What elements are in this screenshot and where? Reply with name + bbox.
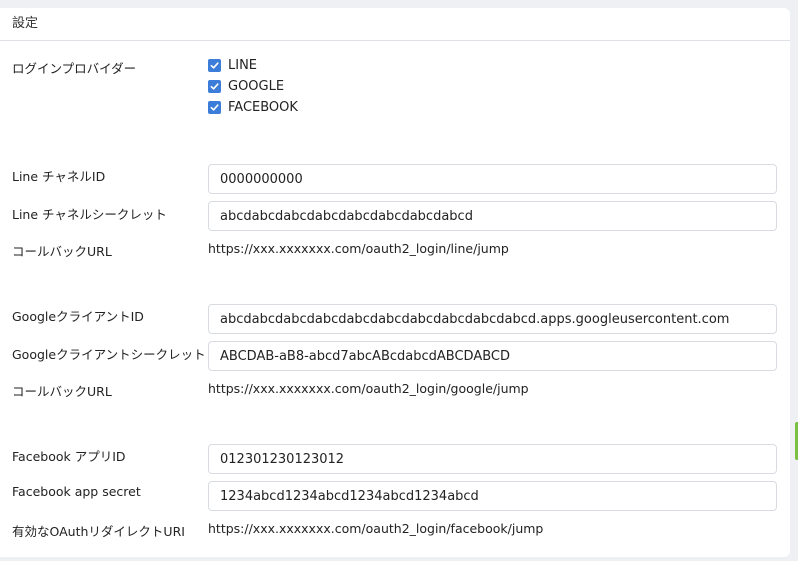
check-icon[interactable] [208,101,221,114]
checkbox-facebook-label: FACEBOOK [228,100,298,115]
google-callback-url: https://xxx.xxxxxxx.com/oauth2_login/goo… [208,381,529,396]
google-client-id-label: GoogleクライアントID [12,309,144,324]
checkbox-google[interactable]: GOOGLE [208,79,284,94]
check-icon[interactable] [208,59,221,72]
facebook-redirect-url: https://xxx.xxxxxxx.com/oauth2_login/fac… [208,521,544,536]
facebook-app-secret-input[interactable] [208,481,777,511]
facebook-app-id-input[interactable] [208,444,777,474]
card-title: 設定 [0,8,790,41]
google-client-secret-input[interactable] [208,341,777,371]
google-callback-label: コールバックURL [12,384,112,399]
facebook-app-id-label: Facebook アプリID [12,449,126,464]
google-client-id-input[interactable] [208,304,777,334]
login-provider-label: ログインプロバイダー [12,61,137,76]
line-channel-secret-input[interactable] [208,201,777,231]
line-channel-id-input[interactable] [208,164,777,194]
checkbox-line-label: LINE [228,58,258,73]
settings-card: 設定 ログインプロバイダー LINE GOOGLE FACEBOOK Line … [0,8,790,557]
checkbox-facebook[interactable]: FACEBOOK [208,100,298,115]
google-client-secret-label: Googleクライアントシークレット [12,347,206,362]
facebook-redirect-label: 有効なOAuthリダイレクトURI [12,524,185,539]
line-channel-secret-label: Line チャネルシークレット [12,207,167,222]
line-callback-label: コールバックURL [12,244,112,259]
checkbox-line[interactable]: LINE [208,58,257,73]
checkbox-google-label: GOOGLE [228,79,285,94]
line-channel-id-label: Line チャネルID [12,169,106,184]
check-icon[interactable] [208,80,221,93]
facebook-app-secret-label: Facebook app secret [12,484,141,499]
line-callback-url: https://xxx.xxxxxxx.com/oauth2_login/lin… [208,241,509,256]
